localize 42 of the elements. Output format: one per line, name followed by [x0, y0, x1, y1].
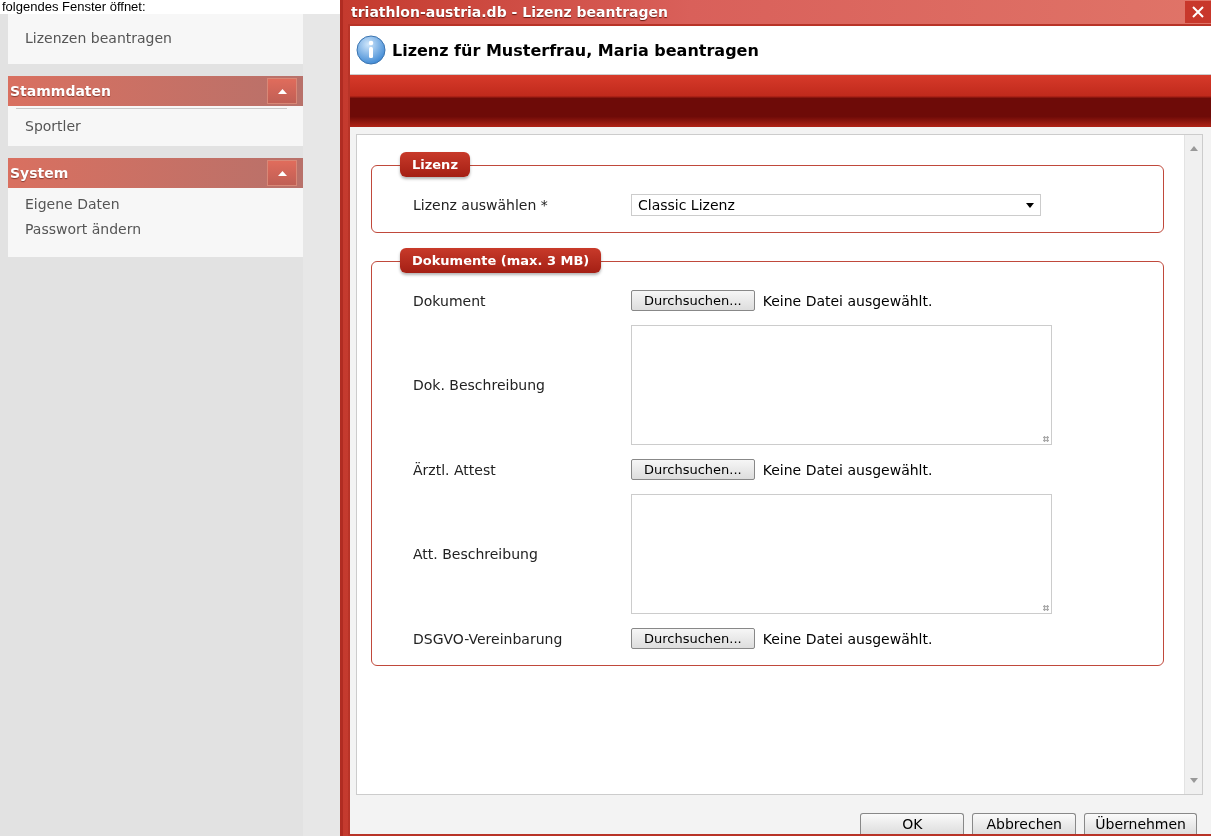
scroll-up-icon [1189, 145, 1198, 151]
field-label: Ärztl. Attest [413, 461, 497, 478]
section-title: System [9, 165, 69, 181]
dialog-heading: Lizenz für Musterfrau, Maria beantragen [392, 40, 759, 60]
dialog-button[interactable]: OK [860, 813, 965, 834]
dialog-button[interactable]: Übernehmen [1084, 813, 1197, 834]
field-label: Dok. Beschreibung [413, 377, 546, 393]
file-status: Keine Datei ausgewählt. [762, 292, 933, 309]
field-label: Att. Beschreibung [413, 546, 539, 562]
field-label: DSGVO-Vereinbarung [413, 630, 564, 647]
scroll-down-icon [1189, 778, 1198, 784]
triangle-up-icon [277, 88, 287, 94]
browse-button[interactable]: Durchsuchen... [631, 290, 755, 311]
field-label: Lizenz auswählen * [413, 197, 549, 213]
collapse-toggle[interactable] [267, 160, 297, 186]
license-dropdown[interactable]: Classic Lizenz [631, 194, 1041, 216]
document-text: folgendes Fenster öffnet: [1, 0, 146, 14]
description-field[interactable] [631, 325, 1052, 445]
triangle-up-icon [277, 170, 287, 176]
resize-grip-icon [1043, 436, 1049, 442]
scrollbar[interactable] [1184, 135, 1202, 794]
browse-button[interactable]: Durchsuchen... [631, 628, 755, 649]
sidebar-item[interactable]: Lizenzen beantragen [8, 30, 303, 46]
sidebar-item[interactable]: Passwort ändern [8, 221, 303, 237]
dialog-button[interactable]: Abbrechen [972, 813, 1077, 834]
sidebar-item[interactable]: Eigene Daten [8, 196, 303, 212]
browse-button[interactable]: Durchsuchen... [631, 459, 755, 480]
close-button[interactable] [1185, 1, 1211, 23]
file-status: Keine Datei ausgewählt. [762, 630, 933, 647]
group-legend: Lizenz [400, 152, 470, 177]
section-title: Stammdaten [9, 83, 112, 99]
description-field[interactable] [631, 494, 1052, 614]
sidebar-item[interactable]: Sportler [8, 118, 303, 134]
caret-icon [1026, 202, 1034, 208]
window-title: triathlon-austria.db - Lizenz beantragen [351, 4, 669, 20]
collapse-toggle[interactable] [267, 78, 297, 104]
close-icon [1191, 5, 1205, 19]
info-icon [356, 35, 386, 65]
file-status: Keine Datei ausgewählt. [762, 461, 933, 478]
field-label: Dokument [413, 292, 487, 309]
resize-grip-icon [1043, 605, 1049, 611]
group-legend: Dokumente (max. 3 MB) [400, 248, 602, 273]
